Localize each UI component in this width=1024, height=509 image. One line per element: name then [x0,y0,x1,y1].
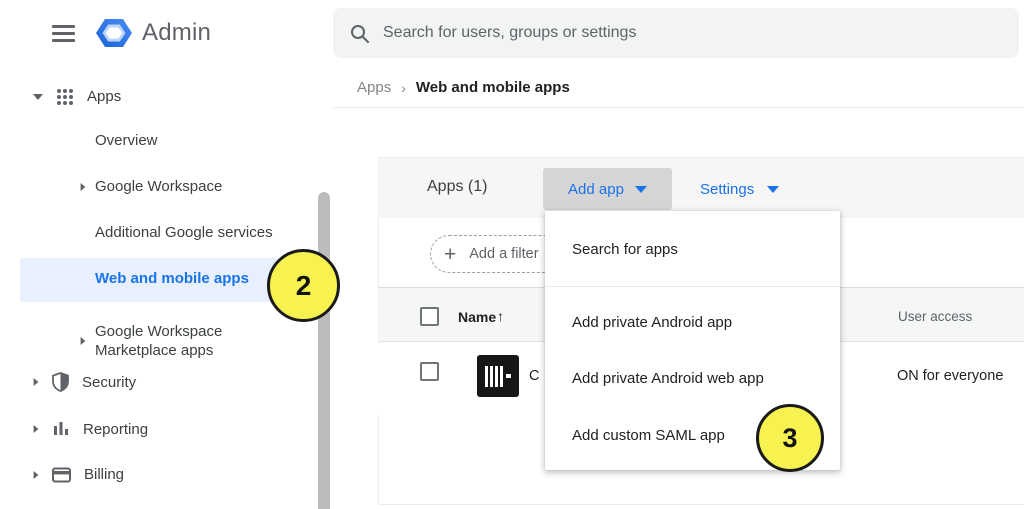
chevron-right-icon [34,378,39,386]
sidebar-item-additional-google-services[interactable]: Additional Google services [95,224,273,241]
breadcrumb-separator-icon: › [401,80,406,96]
select-all-checkbox[interactable] [420,307,439,326]
admin-logo[interactable]: Admin [96,17,211,49]
breadcrumb-parent[interactable]: Apps [357,79,391,96]
add-app-button-label: Add app [568,181,624,198]
chevron-right-icon [81,183,86,191]
settings-button-label: Settings [700,181,754,198]
sidebar-item-web-and-mobile-apps[interactable]: Web and mobile apps [95,270,249,287]
sidebar-item-label: Google Workspace [95,178,222,195]
row-user-access: ON for everyone [897,368,1003,384]
plus-icon: + [444,244,456,265]
add-filter-label: Add a filter [469,246,538,262]
menu-divider [545,286,840,287]
menu-item-search-for-apps[interactable]: Search for apps [545,237,840,263]
bar-chart-icon [52,420,70,438]
sidebar-item-label: Google Workspace Marketplace apps [95,322,247,360]
content-bottom-border [378,504,1024,505]
sidebar-item-security[interactable]: Security [33,372,136,392]
sidebar-item-label: Security [82,374,136,391]
sidebar-item-billing[interactable]: Billing [33,466,124,483]
menu-item-add-private-android-app[interactable]: Add private Android app [545,310,840,336]
settings-button[interactable]: Settings [700,168,779,210]
shield-icon [52,372,69,392]
sidebar-item-label: Reporting [83,421,148,438]
app-logo-icon [477,355,519,397]
annotation-step-2: 2 [267,249,340,322]
chevron-down-icon [33,94,43,100]
annotation-step-3: 3 [756,404,824,472]
sidebar-item-label: Overview [95,132,158,149]
credit-card-icon [52,467,71,483]
menu-item-add-private-android-web-app[interactable]: Add private Android web app [545,366,840,392]
search-input[interactable]: Search for users, groups or settings [333,8,1019,58]
chevron-down-icon [767,186,779,193]
sidebar-item-google-workspace[interactable]: Google Workspace [80,178,222,195]
sidebar-scrollbar[interactable] [318,192,330,509]
sidebar-item-marketplace-apps[interactable]: Google Workspace Marketplace apps [80,322,247,360]
breadcrumb-current: Web and mobile apps [416,79,570,96]
column-header-user-access[interactable]: User access [898,309,972,324]
breadcrumb-divider [333,107,1024,108]
chevron-right-icon [34,425,39,433]
sidebar-item-label: Apps [87,88,121,105]
breadcrumb: Apps › Web and mobile apps [357,79,570,96]
sidebar-item-reporting[interactable]: Reporting [33,420,148,438]
chevron-down-icon [635,186,647,193]
chevron-right-icon [34,471,39,479]
row-app-name[interactable]: C [529,368,539,384]
product-name: Admin [142,19,211,47]
add-app-button[interactable]: Add app [543,168,672,210]
sidebar-item-label: Web and mobile apps [95,270,249,287]
admin-console-screen: Admin Search for users, groups or settin… [0,0,1024,509]
search-icon [350,24,369,43]
sidebar-item-apps[interactable]: Apps [33,88,121,105]
apps-grid-icon [57,89,73,105]
search-placeholder: Search for users, groups or settings [383,24,636,42]
apps-count-title: Apps (1) [427,178,487,196]
admin-hexagon-icon [96,17,132,49]
hamburger-menu-icon[interactable] [52,25,75,42]
sidebar-item-label: Billing [84,466,124,483]
sort-ascending-icon[interactable]: ↑ [497,308,504,324]
column-header-name[interactable]: Name [458,309,496,325]
sidebar-item-overview[interactable]: Overview [95,132,158,149]
chevron-right-icon [81,337,86,345]
sidebar-item-label: Additional Google services [95,224,273,241]
row-checkbox[interactable] [420,362,439,381]
